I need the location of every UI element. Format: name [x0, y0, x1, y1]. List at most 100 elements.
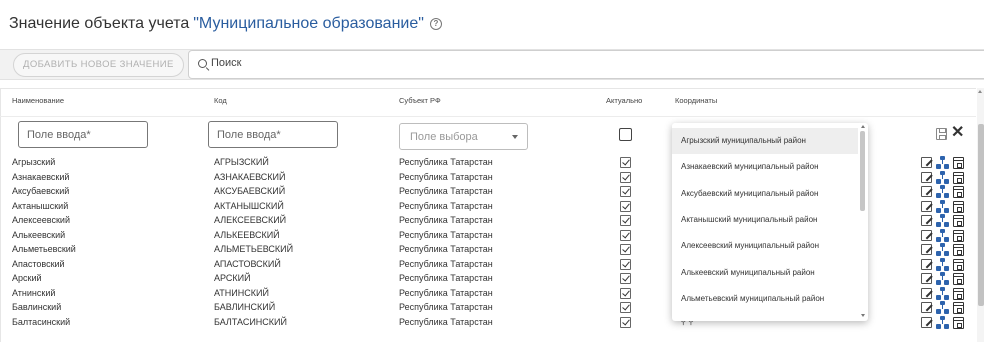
row-subject: Республика Татарстан: [399, 186, 493, 196]
edit-icon[interactable]: [921, 258, 932, 270]
dropdown-scrollbar-thumb[interactable]: [860, 131, 865, 211]
edit-icon[interactable]: [921, 200, 932, 212]
edit-icon[interactable]: [921, 302, 932, 313]
edit-icon[interactable]: [921, 229, 932, 241]
archive-icon[interactable]: [953, 229, 964, 242]
row-code: АРСКИЙ: [214, 273, 251, 283]
search-box[interactable]: [188, 50, 984, 79]
row-actual-checkbox[interactable]: [620, 157, 631, 168]
edit-icon[interactable]: [921, 171, 932, 183]
column-header-actual[interactable]: Актуально: [606, 96, 642, 105]
edit-icon[interactable]: [921, 186, 932, 197]
add-new-value-button[interactable]: ДОБАВИТЬ НОВОЕ ЗНАЧЕНИЕ: [13, 53, 184, 77]
hierarchy-icon[interactable]: [936, 156, 949, 169]
row-actions: [921, 170, 969, 185]
archive-icon[interactable]: [953, 157, 964, 169]
help-icon[interactable]: ?: [429, 18, 442, 30]
row-name: Бавлинский: [12, 302, 62, 312]
edit-icon[interactable]: [921, 287, 932, 299]
dropdown-option[interactable]: Аксубаевский муниципальный район: [672, 181, 858, 207]
edit-icon[interactable]: [921, 244, 932, 255]
archive-icon[interactable]: [953, 287, 964, 300]
row-name: Алькеевский: [12, 229, 66, 240]
row-actual-checkbox[interactable]: [620, 316, 631, 328]
table-scrollbar[interactable]: [977, 88, 984, 342]
archive-icon[interactable]: [953, 244, 964, 256]
edit-icon[interactable]: [921, 215, 932, 226]
row-actions: [921, 228, 969, 243]
archive-icon[interactable]: [953, 302, 964, 314]
edit-icon[interactable]: [921, 157, 932, 168]
dropdown-scroll-down-icon[interactable]: [861, 314, 865, 317]
archive-icon[interactable]: [953, 273, 964, 285]
row-name: Алексеевский: [12, 215, 70, 225]
archive-icon[interactable]: [953, 200, 964, 213]
dropdown-option[interactable]: Азнакаевский муниципальный район: [672, 154, 858, 180]
hierarchy-icon[interactable]: [936, 185, 949, 198]
search-icon: [198, 59, 207, 68]
archive-icon[interactable]: [953, 258, 964, 271]
subject-select[interactable]: Поле выбора: [399, 123, 528, 150]
row-code: АЗНАКАЕВСКИЙ: [214, 171, 286, 182]
archive-icon[interactable]: [953, 186, 964, 198]
row-code: АГРЫЗСКИЙ: [214, 157, 269, 167]
title-prefix: Значение объекта учета: [9, 15, 190, 32]
row-code: АКСУБАЕВСКИЙ: [214, 186, 286, 196]
toolbar: ДОБАВИТЬ НОВОЕ ЗНАЧЕНИЕ: [0, 49, 984, 80]
row-actual-checkbox[interactable]: [620, 287, 631, 299]
row-name: Балтасинский: [12, 316, 71, 327]
row-actual-checkbox[interactable]: [620, 200, 631, 212]
hierarchy-icon[interactable]: [936, 286, 949, 300]
row-code: БАЛТАСИНСКИЙ: [214, 316, 287, 327]
hierarchy-icon[interactable]: [936, 315, 949, 329]
edit-icon[interactable]: [921, 273, 932, 284]
row-subject: Республика Татарстан: [399, 244, 493, 254]
row-actions: [921, 286, 969, 301]
column-header-code[interactable]: Код: [214, 96, 227, 105]
dropdown-option[interactable]: Алькеевский муниципальный район: [672, 260, 858, 286]
archive-icon[interactable]: [953, 171, 964, 184]
name-field[interactable]: [18, 121, 148, 148]
row-actions: [921, 185, 969, 199]
dropdown-scroll-up-icon[interactable]: [861, 125, 865, 128]
hierarchy-icon[interactable]: [936, 228, 949, 242]
row-actual-checkbox[interactable]: [620, 215, 631, 226]
dropdown-option[interactable]: Актанышский муниципальный район: [672, 207, 858, 233]
dropdown-option[interactable]: Агрызский муниципальный район: [672, 128, 858, 154]
column-header-coordinates[interactable]: Координаты: [675, 96, 717, 105]
hierarchy-icon[interactable]: [936, 243, 949, 256]
hierarchy-icon[interactable]: [936, 272, 949, 285]
search-input[interactable]: [211, 57, 511, 69]
row-actual-checkbox[interactable]: [620, 229, 631, 241]
code-field[interactable]: [208, 121, 338, 148]
hierarchy-icon[interactable]: [936, 199, 949, 213]
row-subject: Республика Татарстан: [399, 316, 493, 327]
close-icon[interactable]: ✕: [951, 124, 964, 142]
hierarchy-icon[interactable]: [936, 257, 949, 271]
row-actual-checkbox[interactable]: [620, 302, 631, 313]
row-actual-checkbox[interactable]: [620, 258, 631, 270]
save-icon[interactable]: [936, 128, 947, 140]
scrollbar-thumb[interactable]: [978, 124, 984, 306]
archive-icon[interactable]: [953, 316, 964, 329]
column-header-subject[interactable]: Субъект РФ: [399, 96, 441, 105]
archive-icon[interactable]: [953, 215, 964, 227]
row-actual-checkbox[interactable]: [620, 244, 631, 255]
hierarchy-icon[interactable]: [936, 214, 949, 227]
row-actual-checkbox[interactable]: [620, 273, 631, 284]
coordinates-dropdown[interactable]: Агрызский муниципальный район Азнакаевски…: [672, 123, 868, 321]
dropdown-option[interactable]: Алексеевский муниципальный район: [672, 233, 858, 259]
scroll-up-icon[interactable]: [978, 90, 982, 93]
hierarchy-icon[interactable]: [936, 301, 949, 314]
column-header-name[interactable]: Наименование: [12, 96, 64, 105]
dropdown-option[interactable]: Альметьевский муниципальный район: [672, 286, 858, 312]
row-subject: Республика Татарстан: [399, 302, 493, 312]
row-code: АПАСТОВСКИЙ: [214, 258, 281, 269]
row-actual-checkbox[interactable]: [620, 186, 631, 197]
row-actual-checkbox[interactable]: [620, 171, 631, 183]
edit-icon[interactable]: [921, 316, 932, 328]
hierarchy-icon[interactable]: [936, 170, 949, 184]
row-code: АТНИНСКИЙ: [214, 287, 269, 298]
actual-checkbox[interactable]: [619, 128, 632, 141]
row-name: Актанышский: [12, 200, 69, 211]
